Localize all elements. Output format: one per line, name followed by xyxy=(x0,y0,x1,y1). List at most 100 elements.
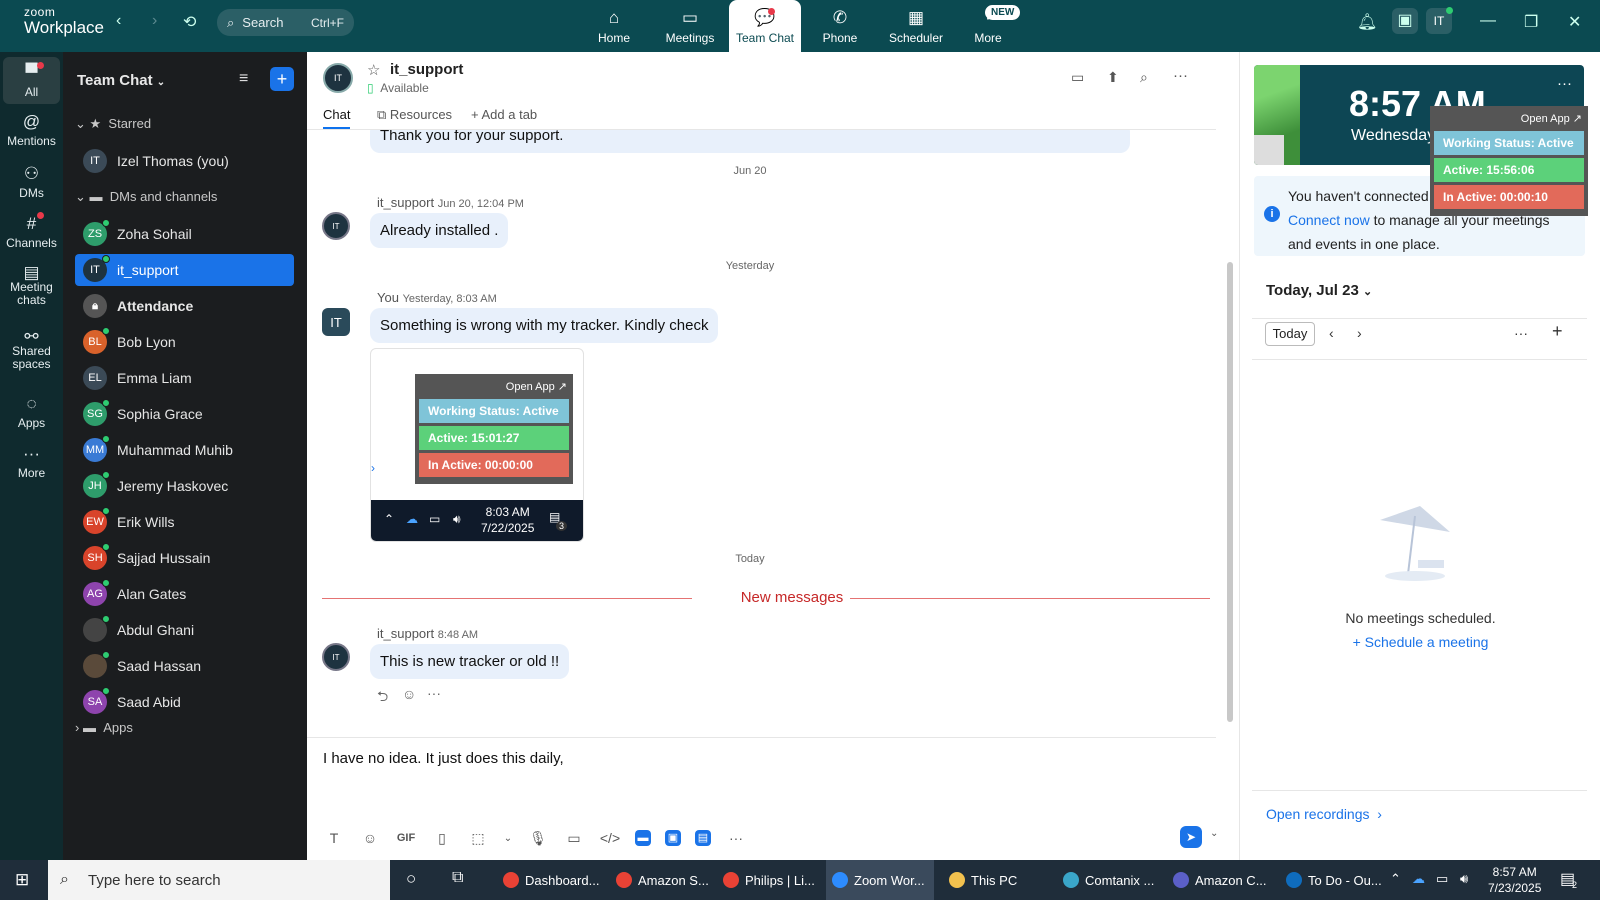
bell-icon[interactable]: 🔔︎ xyxy=(1357,12,1377,32)
add-event-icon[interactable]: + xyxy=(1552,321,1563,342)
chevron-down-icon[interactable]: ⌄ xyxy=(503,833,513,844)
sidebar-item-emma-liam[interactable]: EL Emma Liam xyxy=(75,362,294,394)
more-options-icon[interactable]: ··· xyxy=(1173,67,1188,84)
taskbar-app[interactable]: Zoom Wor... xyxy=(826,860,934,900)
chevron-right-icon[interactable]: › xyxy=(1357,325,1362,341)
emoji-reaction-icon[interactable]: ☺ xyxy=(402,686,416,702)
rail-meeting-chats[interactable]: ▤ Meeting chats xyxy=(3,264,60,307)
today-button[interactable]: Today xyxy=(1265,322,1315,346)
star-outline-icon[interactable]: ☆ xyxy=(367,61,380,79)
message-bubble[interactable]: Thank you for your support. xyxy=(370,130,1130,153)
sidebar-item-erik-wills[interactable]: EW Erik Wills xyxy=(75,506,294,538)
chevron-up-icon[interactable]: ⌃ xyxy=(1390,871,1401,887)
send-button[interactable]: ➤ xyxy=(1180,826,1202,848)
more-options-icon[interactable]: ··· xyxy=(1557,75,1572,92)
composer-input[interactable]: I have no idea. It just does this daily, xyxy=(323,750,564,767)
network-icon[interactable]: ▭ xyxy=(1436,871,1448,887)
open-recordings-link[interactable]: Open recordings › xyxy=(1266,806,1382,822)
tab-chat[interactable]: Chat xyxy=(323,107,351,129)
nav-meetings[interactable]: ▭ Meetings xyxy=(654,0,726,52)
tracker-widget[interactable]: Open App ↗ Working Status: Active Active… xyxy=(1430,106,1588,216)
search-input[interactable]: ⌕ Search Ctrl+F xyxy=(217,9,354,36)
sidebar-item-jeremy-haskovec[interactable]: JH Jeremy Haskovec xyxy=(75,470,294,502)
sidebar-item-abdul-ghani[interactable]: Abdul Ghani xyxy=(75,614,294,646)
today-header[interactable]: Today, Jul 23 ⌄ xyxy=(1266,282,1372,299)
filter-icon[interactable]: ≡ xyxy=(239,70,248,88)
taskbar-app[interactable]: This PC xyxy=(943,860,1051,900)
minimize-icon[interactable]: — xyxy=(1480,12,1496,30)
chat-scrollbar[interactable] xyxy=(1227,262,1233,722)
more-options-icon[interactable]: ··· xyxy=(1514,325,1528,341)
taskbar-clock[interactable]: 8:57 AM 7/23/2025 xyxy=(1488,864,1541,896)
screenshot-icon[interactable]: ⬚ xyxy=(467,830,489,847)
share-screen-icon[interactable]: ⬆ xyxy=(1107,69,1119,86)
connect-now-link[interactable]: Connect now xyxy=(1288,212,1370,228)
volume-icon[interactable]: 🔊︎ xyxy=(1460,871,1468,887)
rail-mentions[interactable]: @ Mentions xyxy=(3,112,60,148)
nav-home[interactable]: ⌂ Home xyxy=(578,0,650,52)
app-icon[interactable]: ▣ xyxy=(665,830,681,846)
sidebar-item-alan-gates[interactable]: AG Alan Gates xyxy=(75,578,294,610)
taskbar-app[interactable]: Comtanix ... xyxy=(1057,860,1165,900)
chevron-left-icon[interactable]: ‹ xyxy=(1329,325,1334,341)
gif-icon[interactable]: GIF xyxy=(395,832,417,844)
emoji-icon[interactable]: ☺ xyxy=(359,830,381,846)
rail-apps[interactable]: ◌ Apps xyxy=(3,394,60,430)
taskbar-app[interactable]: Amazon C... xyxy=(1167,860,1275,900)
nav-phone[interactable]: ✆ Phone xyxy=(804,0,876,52)
sidebar-item-attendance[interactable]: 🔒︎ Attendance xyxy=(75,290,294,322)
rail-more[interactable]: ··· More xyxy=(3,444,60,480)
cortana-icon[interactable]: ○ xyxy=(406,869,416,889)
open-app-button[interactable]: Open App ↗ xyxy=(1434,110,1584,131)
onedrive-icon[interactable]: ☁ xyxy=(1412,871,1425,887)
rail-dms[interactable]: ⚇ DMs xyxy=(3,164,60,200)
nav-team-chat[interactable]: 💬 Team Chat xyxy=(729,0,801,52)
tab-add[interactable]: + Add a tab xyxy=(471,107,537,122)
rail-channels[interactable]: # Channels xyxy=(3,214,60,250)
sidebar-item-bob-lyon[interactable]: BL Bob Lyon xyxy=(75,326,294,358)
message-bubble[interactable]: Already installed . xyxy=(370,213,509,248)
taskbar-search[interactable]: ⌕ Type here to search xyxy=(48,860,390,900)
reply-icon[interactable]: ⮌ xyxy=(377,686,388,710)
app-icon[interactable]: ▤ xyxy=(695,830,711,846)
image-attachment[interactable]: › Open App ↗ Working Status: Active Acti… xyxy=(370,348,584,542)
video-call-icon[interactable]: ▭ xyxy=(1071,69,1084,86)
sidebar-item-saad-abid[interactable]: SA Saad Abid xyxy=(75,686,294,718)
gift-icon[interactable]: ▣ xyxy=(1392,8,1418,34)
more-tools-icon[interactable]: ··· xyxy=(725,830,747,846)
app-icon[interactable]: ▬ xyxy=(635,830,651,846)
taskbar-app[interactable]: Philips | Li... xyxy=(717,860,825,900)
task-view-icon[interactable]: ⧉ xyxy=(452,869,463,887)
history-icon[interactable]: ⟲ xyxy=(183,12,196,32)
message-bubble[interactable]: Something is wrong with my tracker. Kind… xyxy=(370,308,719,343)
channel-name[interactable]: it_support xyxy=(390,61,463,78)
dms-section[interactable]: ⌄ ▬ DMs and channels xyxy=(75,189,217,205)
format-icon[interactable]: T xyxy=(323,830,345,846)
sidebar-item-sajjad-hussain[interactable]: SH Sajjad Hussain xyxy=(75,542,294,574)
sidebar-item-izel-thomas[interactable]: IT Izel Thomas (you) xyxy=(75,145,294,177)
back-arrow-icon[interactable]: ‹ xyxy=(116,12,121,30)
sidebar-item-it-support[interactable]: IT it_support xyxy=(75,254,294,286)
rail-shared-spaces[interactable]: ⚯ Shared spaces xyxy=(3,328,60,371)
microphone-icon[interactable]: 🎙︎ xyxy=(527,830,549,847)
tab-resources[interactable]: ⧉ Resources xyxy=(377,107,452,123)
sidebar-item-sophia-grace[interactable]: SG Sophia Grace xyxy=(75,398,294,430)
close-icon[interactable]: ✕ xyxy=(1568,12,1581,32)
rail-all[interactable]: ▀ All xyxy=(3,57,60,104)
message-more-icon[interactable]: ··· xyxy=(427,685,441,701)
file-icon[interactable]: ▯ xyxy=(431,830,453,847)
taskbar-app[interactable]: Amazon S... xyxy=(610,860,718,900)
sidebar-item-saad-hassan[interactable]: Saad Hassan xyxy=(75,650,294,682)
video-message-icon[interactable]: ▭ xyxy=(563,830,585,847)
sidebar-item-muhammad-muhib[interactable]: MM Muhammad Muhib xyxy=(75,434,294,466)
forward-arrow-icon[interactable]: › xyxy=(152,12,157,30)
apps-section[interactable]: › ▬ Apps xyxy=(75,720,133,735)
windows-start-icon[interactable]: ⊞ xyxy=(15,870,29,890)
taskbar-app[interactable]: To Do - Ou... xyxy=(1280,860,1384,900)
starred-section[interactable]: ⌄ ★ Starred xyxy=(75,116,151,132)
search-icon[interactable]: ⌕ xyxy=(1140,69,1148,86)
restore-icon[interactable]: ❐ xyxy=(1524,12,1538,32)
sidebar-item-zoha-sohail[interactable]: ZS Zoha Sohail xyxy=(75,218,294,250)
nav-scheduler[interactable]: ▦ Scheduler xyxy=(880,0,952,52)
message-bubble[interactable]: This is new tracker or old !! xyxy=(370,644,570,679)
